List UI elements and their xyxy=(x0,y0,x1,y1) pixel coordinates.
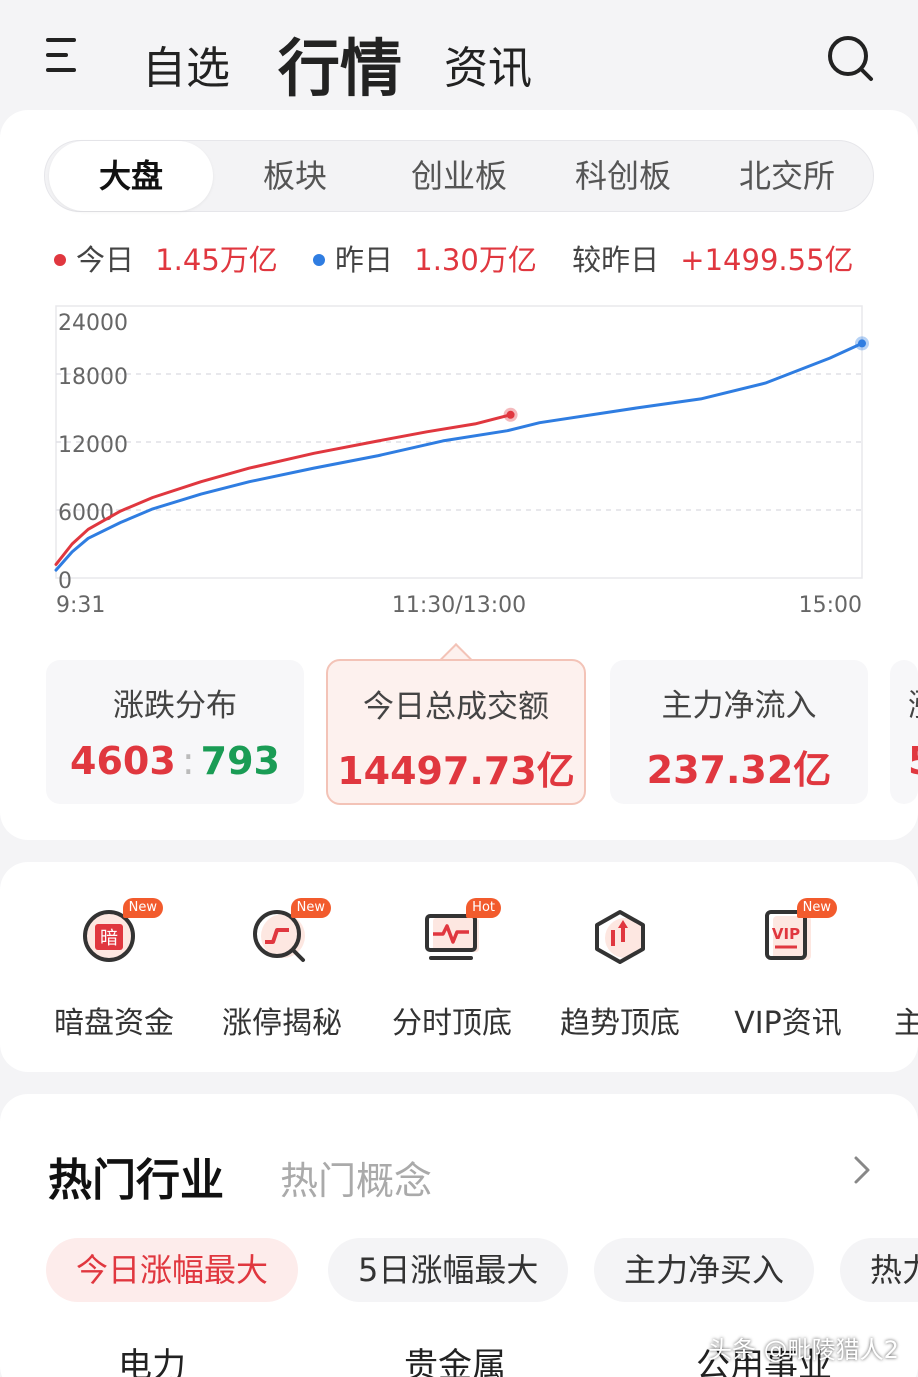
turnover-chart-svg: 24000 18000 12000 6000 09:31 11:30/13:00 15:00 xyxy=(54,305,869,618)
sector-item[interactable]: 贵金属 xyxy=(404,1338,506,1377)
segment-star-market[interactable]: 科创板 xyxy=(541,141,705,211)
segment-bse[interactable]: 北交所 xyxy=(705,141,869,211)
y-tick-label: 18000 xyxy=(58,365,128,390)
tool-label: 趋势顶底 xyxy=(560,1006,680,1041)
yesterday-value: 1.30万亿 xyxy=(414,243,537,277)
turnover-chart[interactable]: 24000 18000 12000 6000 0 9:31 11:30/13:00 15:00 xyxy=(0,296,918,636)
today-label: 今日 xyxy=(76,243,135,277)
tool-label: 涨停揭秘 xyxy=(222,1006,342,1041)
trend-top-bottom-icon xyxy=(595,910,645,964)
y-tick-label: 0 xyxy=(58,569,72,594)
segment-chinext[interactable]: 创业板 xyxy=(377,141,541,211)
advancers-count: 4603 xyxy=(70,739,176,783)
y-tick-label: 12000 xyxy=(58,433,128,458)
tab-hot-concept[interactable]: 热门概念 xyxy=(280,1150,432,1205)
today-value: 1.45万亿 xyxy=(155,243,278,277)
today-dot-icon xyxy=(54,254,66,266)
filter-main-net-buy[interactable]: 主力净买入 xyxy=(594,1238,815,1302)
tool-partial[interactable]: 主 xyxy=(876,902,918,1042)
decliners-count: 793 xyxy=(200,739,280,783)
stat-partial[interactable]: 涨 5 xyxy=(890,660,918,804)
y-tick-label: 6000 xyxy=(58,501,114,526)
x-tick-label: 9:31 xyxy=(56,593,105,618)
yesterday-dot-icon xyxy=(313,254,326,266)
series-end-point xyxy=(858,339,866,348)
stat-value: 14497.73亿 xyxy=(337,749,575,793)
market-overview-card: 大盘 板块 创业板 科创板 北交所 今日 1.45万亿 昨日 1.30万亿 较昨… xyxy=(0,110,918,840)
svg-text:VIP: VIP xyxy=(772,925,800,943)
stat-value: 237.32亿 xyxy=(646,748,832,792)
stat-value: 5 xyxy=(908,739,918,783)
stat-title: 涨跌分布 xyxy=(113,688,237,724)
series-line-yesterday xyxy=(54,341,864,572)
tab-news[interactable]: 资讯 xyxy=(444,32,532,96)
search-icon[interactable] xyxy=(826,34,874,82)
filter-today-top-gain[interactable]: 今日涨幅最大 xyxy=(46,1238,299,1302)
x-tick-label: 15:00 xyxy=(799,593,862,618)
filter-5day-top-gain[interactable]: 5日涨幅最大 xyxy=(328,1238,569,1302)
segment-sectors[interactable]: 板块 xyxy=(213,141,377,211)
tool-vip-news[interactable]: VIP New VIP资讯 xyxy=(708,898,868,1042)
hot-badge: Hot xyxy=(466,898,501,918)
stat-advance-decline[interactable]: 涨跌分布 4603:793 xyxy=(46,660,304,804)
market-segment-switch: 大盘 板块 创业板 科创板 北交所 xyxy=(44,140,874,212)
tool-limit-up[interactable]: New 涨停揭秘 xyxy=(202,898,362,1042)
compare-value: +1499.55亿 xyxy=(680,243,854,277)
new-badge: New xyxy=(796,898,837,918)
series-end-point xyxy=(506,410,515,419)
top-nav-bar: 自选 行情 资讯 xyxy=(0,0,918,110)
turnover-summary: 今日 1.45万亿 昨日 1.30万亿 较昨日 +1499.55亿 xyxy=(54,236,874,280)
svg-text:暗: 暗 xyxy=(100,928,118,949)
stat-title: 今日总成交额 xyxy=(363,689,549,725)
tab-watchlist[interactable]: 自选 xyxy=(142,32,230,96)
stat-total-turnover[interactable]: 今日总成交额 14497.73亿 xyxy=(326,659,586,805)
tool-label: 主 xyxy=(894,1006,918,1041)
tools-card: 暗 New 暗盘资金 New 涨停揭秘 Hot 分时顶底 趋势顶底 VIP Ne… xyxy=(0,862,918,1072)
stat-title: 涨 xyxy=(908,680,918,725)
tool-label: VIP资讯 xyxy=(734,1006,842,1041)
sector-item[interactable]: 电力 xyxy=(118,1338,186,1377)
tool-label: 暗盘资金 xyxy=(54,1006,174,1041)
x-tick-label: 11:30/13:00 xyxy=(392,593,526,618)
tool-dark-pool[interactable]: 暗 New 暗盘资金 xyxy=(34,898,194,1042)
menu-icon[interactable] xyxy=(46,36,80,76)
tab-market[interactable]: 行情 xyxy=(278,18,402,108)
new-badge: New xyxy=(122,898,163,918)
compare-label: 较昨日 xyxy=(572,243,660,277)
stat-title: 主力净流入 xyxy=(661,688,817,724)
y-tick-label: 24000 xyxy=(58,311,128,336)
tab-hot-industry[interactable]: 热门行业 xyxy=(48,1144,224,1208)
tool-label: 分时顶底 xyxy=(392,1006,512,1041)
stat-main-net-inflow[interactable]: 主力净流入 237.32亿 xyxy=(610,660,868,804)
tool-trend-top-bottom[interactable]: 趋势顶底 xyxy=(540,902,700,1042)
segment-dapan[interactable]: 大盘 xyxy=(49,141,213,211)
chevron-right-icon[interactable] xyxy=(846,1150,876,1190)
watermark-text: 头条 @毗陵猎人2 xyxy=(708,1336,899,1364)
yesterday-label: 昨日 xyxy=(335,243,394,277)
filter-heat[interactable]: 热力 xyxy=(840,1238,918,1302)
new-badge: New xyxy=(290,898,331,918)
tool-intraday-top-bottom[interactable]: Hot 分时顶底 xyxy=(372,898,532,1042)
